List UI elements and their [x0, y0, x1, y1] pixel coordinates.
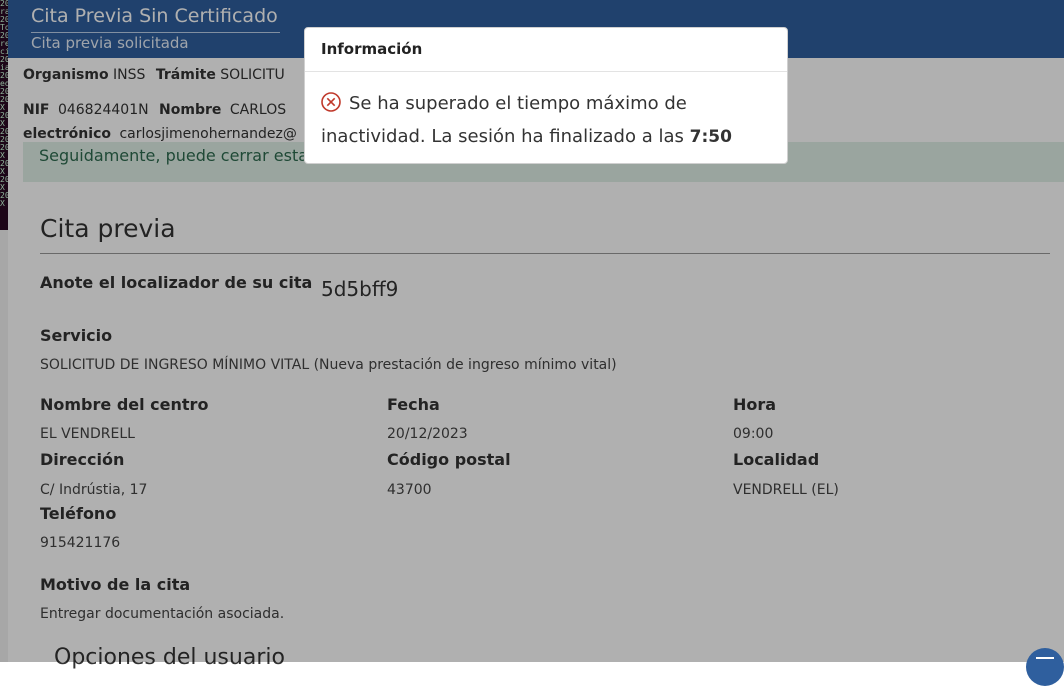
- menu-icon: [1036, 657, 1054, 659]
- error-circle-icon: [321, 92, 341, 122]
- menu-fab-button[interactable]: [1026, 648, 1064, 686]
- info-dialog: Información Se ha superado el tiempo máx…: [304, 27, 788, 164]
- dialog-time: 7:50: [689, 127, 732, 147]
- dialog-body: Se ha superado el tiempo máximo de inact…: [321, 89, 761, 152]
- dialog-message: Se ha superado el tiempo máximo de inact…: [321, 93, 687, 147]
- dialog-title: Información: [321, 40, 423, 58]
- dialog-header: Información: [305, 28, 787, 72]
